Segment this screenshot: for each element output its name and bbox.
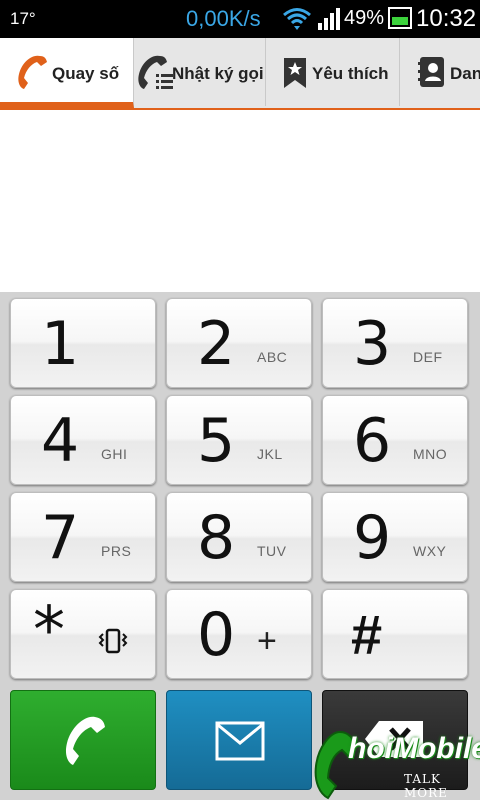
key-3[interactable]: 3 DEF [322,298,468,388]
key-star[interactable]: * [10,589,156,679]
call-button[interactable] [10,690,156,790]
key-7-letters: PRS [101,543,132,559]
key-4[interactable]: 4 GHI [10,395,156,485]
watermark-logo: hoiMobile TALK MORE [312,728,480,800]
battery-percent-text: 49% [344,7,385,29]
wifi-icon [282,6,312,37]
key-9[interactable]: 9 WXY [322,492,468,582]
tab-dialer-label: Quay số [52,64,120,83]
dial-keypad: 1 2 ABC 3 DEF 4 GHI 5 JKL 6 MNO 7 PRS 8 … [0,292,480,686]
key-6-letters: MNO [413,446,448,462]
tab-favorites-label: Yêu thích [312,64,389,83]
vibrate-icon [97,628,129,659]
key-hash[interactable]: # [322,589,468,679]
call-log-icon [136,52,176,97]
key-5-letters: JKL [257,446,283,462]
phone-call-icon [61,713,107,774]
key-2-digit: 2 [197,309,236,379]
key-0[interactable]: 0 + [166,589,312,679]
tab-contacts[interactable]: Dan [400,38,480,106]
tab-dialer[interactable]: Quay số [0,38,134,108]
net-speed-text: 0,00K/s [186,6,261,31]
tab-contacts-label: Dan [450,64,480,83]
key-4-letters: GHI [101,446,128,462]
key-2-letters: ABC [257,349,288,365]
tab-favorites[interactable]: Yêu thích [266,38,400,106]
message-button[interactable] [166,690,312,790]
key-4-digit: 4 [41,406,80,476]
key-8[interactable]: 8 TUV [166,492,312,582]
clock-text: 10:32 [416,5,477,32]
key-6[interactable]: 6 MNO [322,395,468,485]
phone-icon [14,52,50,97]
star-bookmark-icon [282,56,308,95]
envelope-icon [215,721,265,766]
signal-icon [318,8,342,35]
key-0-plus: + [257,622,277,660]
key-8-letters: TUV [257,543,287,559]
key-8-digit: 8 [197,503,236,573]
status-bar: 17° 0,00K/s 49% 10:32 [0,0,480,38]
key-1[interactable]: 1 [10,298,156,388]
key-5-digit: 5 [197,406,236,476]
key-3-letters: DEF [413,349,443,365]
temperature-text: 17° [10,9,36,28]
watermark-brand: hoiMobile [348,732,480,765]
key-5[interactable]: 5 JKL [166,395,312,485]
key-6-digit: 6 [353,406,392,476]
key-3-digit: 3 [353,309,392,379]
key-2[interactable]: 2 ABC [166,298,312,388]
key-1-digit: 1 [41,309,80,379]
key-9-digit: 9 [353,503,392,573]
key-7[interactable]: 7 PRS [10,492,156,582]
battery-icon [388,7,412,29]
key-7-digit: 7 [41,503,80,573]
key-0-digit: 0 [197,600,236,670]
key-9-letters: WXY [413,543,447,559]
tab-call-log-label: Nhật ký gọi [172,64,264,83]
key-hash-digit: # [351,603,383,666]
contacts-icon [418,56,446,93]
watermark-tagline: TALK MORE [404,772,448,800]
tab-call-log[interactable]: Nhật ký gọi [134,38,266,106]
tab-bar: Quay số Nhật ký gọi Yêu thích Dan [0,38,480,110]
battery-level-fill [392,17,408,25]
key-star-digit: * [33,594,65,668]
number-display[interactable] [0,110,480,292]
